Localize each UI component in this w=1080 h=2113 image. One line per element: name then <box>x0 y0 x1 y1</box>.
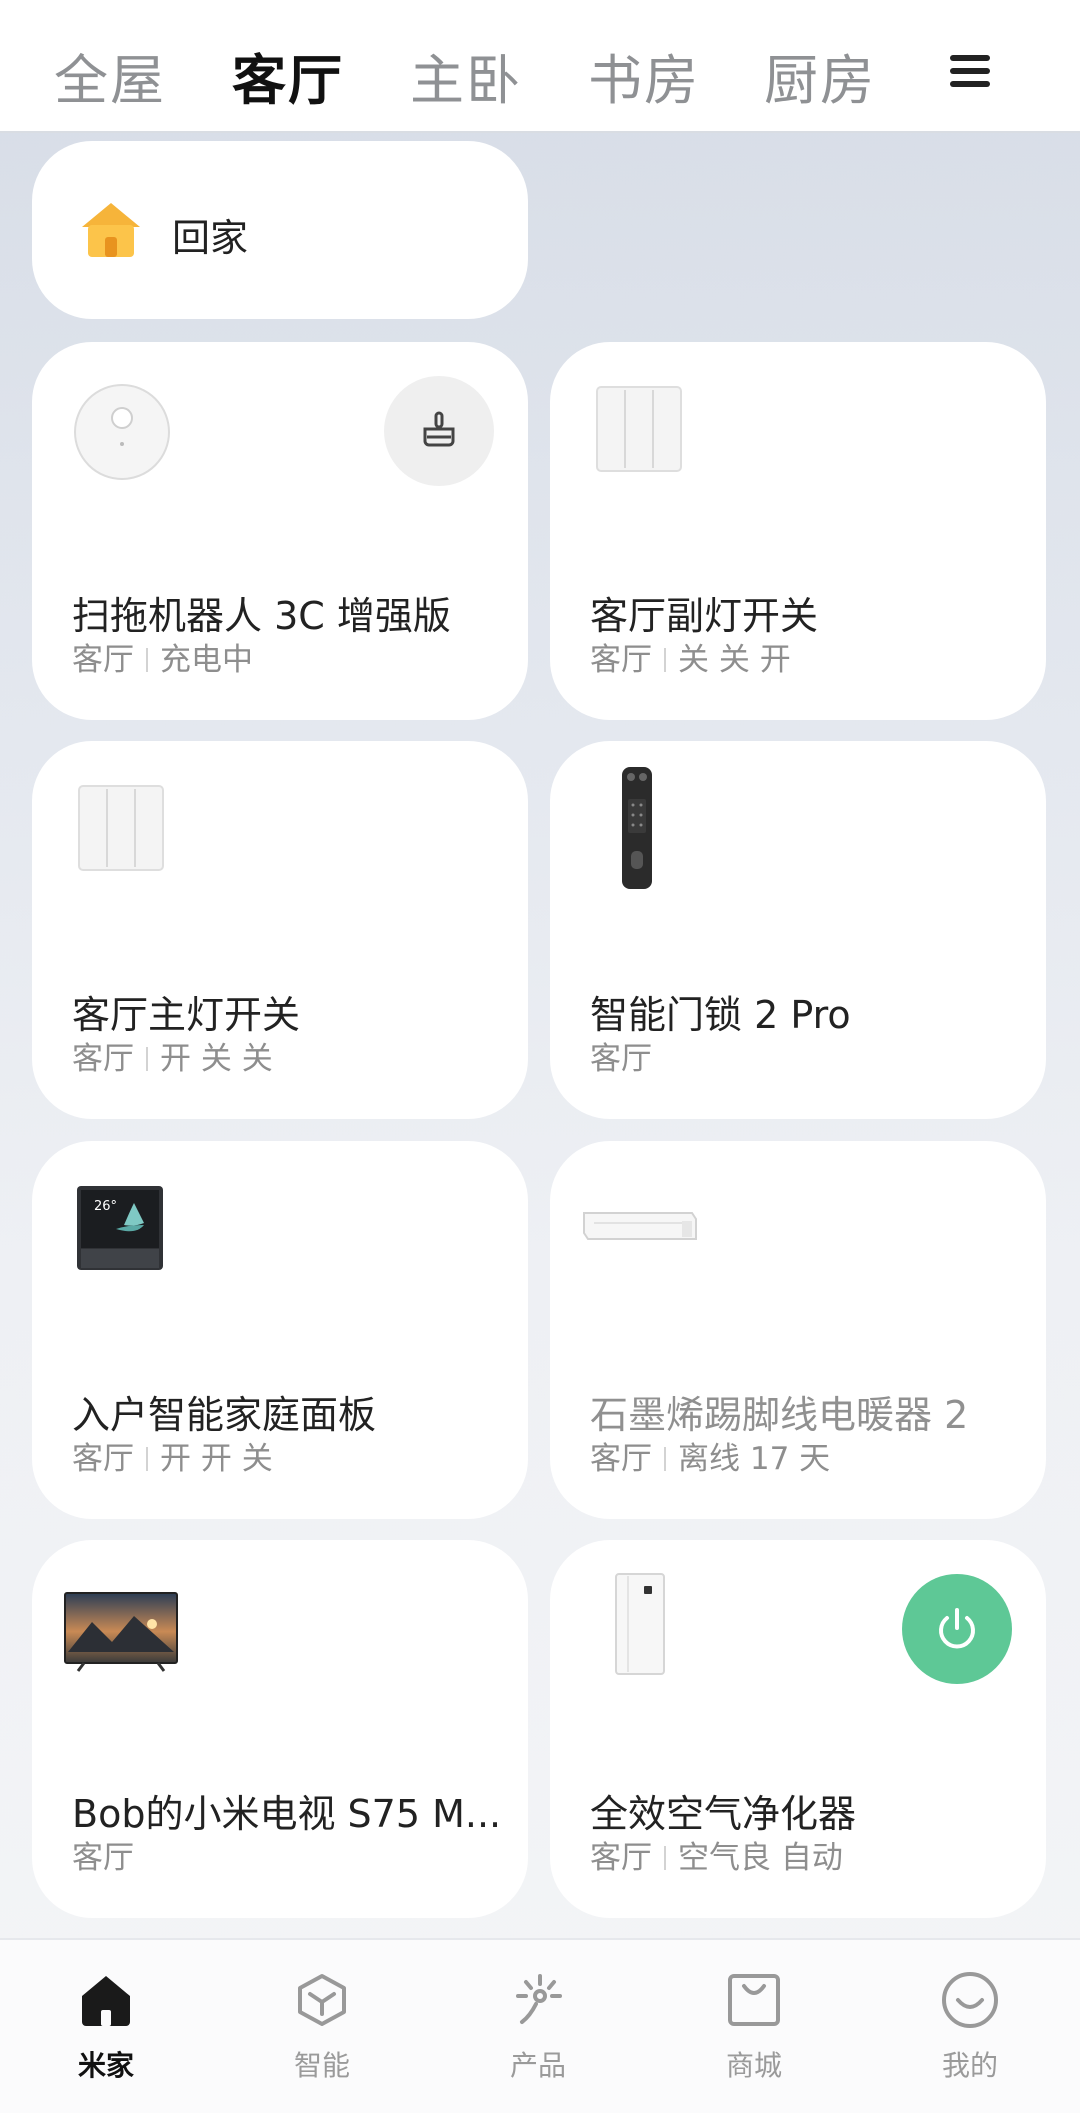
house-icon <box>82 203 140 257</box>
nav-products[interactable]: 产品 <box>458 1940 618 2113</box>
baseboard-heater-icon <box>583 1212 697 1240</box>
air-purifier-icon <box>615 1573 665 1675</box>
nav-label: 米家 <box>77 2049 134 2082</box>
device-card-air-purifier[interactable]: 全效空气净化器 客厅 空气良 自动 <box>550 1540 1046 1918</box>
device-status: 客厅开 开 关 <box>72 1433 273 1478</box>
smart-cube-icon <box>298 1974 346 2026</box>
room-tab-bar: 全屋 客厅 主卧 书房 厨房 <box>0 0 1080 133</box>
device-room: 客厅 <box>72 642 134 678</box>
door-lock-icon <box>622 767 652 889</box>
device-room: 客厅 <box>590 1840 652 1876</box>
device-name: 智能门锁 2 Pro <box>590 993 851 1037</box>
clean-button[interactable] <box>384 376 494 486</box>
tab-living-room[interactable]: 客厅 <box>232 36 344 115</box>
home-panel-icon <box>77 1186 163 1270</box>
scene-card-go-home[interactable]: 回家 <box>32 141 528 319</box>
power-button[interactable] <box>902 1574 1012 1684</box>
bottom-nav: 米家 智能 产品 商城 我的 <box>0 1938 1080 2113</box>
device-room: 客厅 <box>590 1441 652 1477</box>
broom-icon <box>423 411 455 447</box>
device-room: 客厅 <box>590 642 652 678</box>
device-name: 全效空气净化器 <box>590 1792 857 1836</box>
tab-study[interactable]: 书房 <box>588 36 700 115</box>
device-card-door-lock[interactable]: 智能门锁 2 Pro 客厅 <box>550 741 1046 1119</box>
device-card-robot-vacuum[interactable]: 扫拖机器人 3C 增强版 客厅 充电中 <box>32 342 528 720</box>
power-icon <box>939 1608 975 1649</box>
smile-icon <box>942 1972 998 2028</box>
wall-switch-icon <box>78 785 164 871</box>
device-room: 客厅 <box>590 1041 652 1077</box>
device-card-main-light-switch[interactable]: 客厅主灯开关 客厅开 关 关 <box>32 741 528 1119</box>
device-name: 客厅主灯开关 <box>72 993 301 1037</box>
device-name: 扫拖机器人 3C 增强版 <box>72 594 451 638</box>
device-room: 客厅 <box>72 1041 134 1077</box>
nav-store[interactable]: 商城 <box>674 1940 834 2113</box>
robot-vacuum-icon <box>74 384 170 480</box>
tab-master-bedroom[interactable]: 主卧 <box>410 36 522 115</box>
device-card-secondary-light-switch[interactable]: 客厅副灯开关 客厅关 关 开 <box>550 342 1046 720</box>
device-status: 客厅 空气良 自动 <box>590 1832 843 1877</box>
device-status: 客厅 <box>590 1033 652 1078</box>
device-state: 关 关 开 <box>678 642 791 678</box>
device-name: Bob的小米电视 S75 M... <box>72 1792 502 1836</box>
device-name: 客厅副灯开关 <box>590 594 819 638</box>
nav-profile[interactable]: 我的 <box>890 1940 1050 2113</box>
nav-label: 智能 <box>293 2049 350 2082</box>
device-card-home-panel[interactable]: 26° 入户智能家庭面板 客厅开 开 关 <box>32 1141 528 1519</box>
device-status: 客厅 离线 17 天 <box>590 1433 830 1478</box>
device-card-baseboard-heater[interactable]: 石墨烯踢脚线电暖器 2 客厅 离线 17 天 <box>550 1141 1046 1519</box>
nav-label: 我的 <box>941 2049 998 2082</box>
device-card-tv[interactable]: Bob的小米电视 S75 M... 客厅 <box>32 1540 528 1918</box>
device-state: 空气良 自动 <box>678 1840 843 1876</box>
device-status: 客厅关 关 开 <box>590 634 791 679</box>
device-room: 客厅 <box>72 1441 134 1477</box>
product-sparkle-icon <box>516 1974 562 2024</box>
device-state: 充电中 <box>160 642 253 678</box>
device-state: 离线 17 天 <box>678 1441 831 1477</box>
device-name: 石墨烯踢脚线电暖器 2 <box>590 1393 969 1437</box>
wall-switch-icon <box>596 386 682 472</box>
shopping-bag-icon <box>728 1974 780 2026</box>
nav-mijia[interactable]: 米家 <box>26 1940 186 2113</box>
device-status: 客厅 充电中 <box>72 634 253 679</box>
home-icon <box>82 1976 130 2026</box>
panel-temperature: 26° <box>94 1199 118 1214</box>
tv-icon <box>64 1592 178 1672</box>
device-state: 开 开 关 <box>160 1441 273 1477</box>
device-room: 客厅 <box>72 1840 134 1876</box>
nav-label: 商城 <box>725 2049 782 2082</box>
nav-smart[interactable]: 智能 <box>242 1940 402 2113</box>
device-name: 入户智能家庭面板 <box>72 1393 377 1437</box>
device-state: 开 关 关 <box>160 1041 273 1077</box>
menu-icon[interactable] <box>950 55 990 87</box>
nav-label: 产品 <box>509 2049 566 2082</box>
tab-whole-house[interactable]: 全屋 <box>54 36 166 115</box>
scene-label: 回家 <box>172 216 249 260</box>
device-status: 客厅 <box>72 1832 134 1877</box>
tab-kitchen[interactable]: 厨房 <box>764 36 876 115</box>
device-status: 客厅开 关 关 <box>72 1033 273 1078</box>
